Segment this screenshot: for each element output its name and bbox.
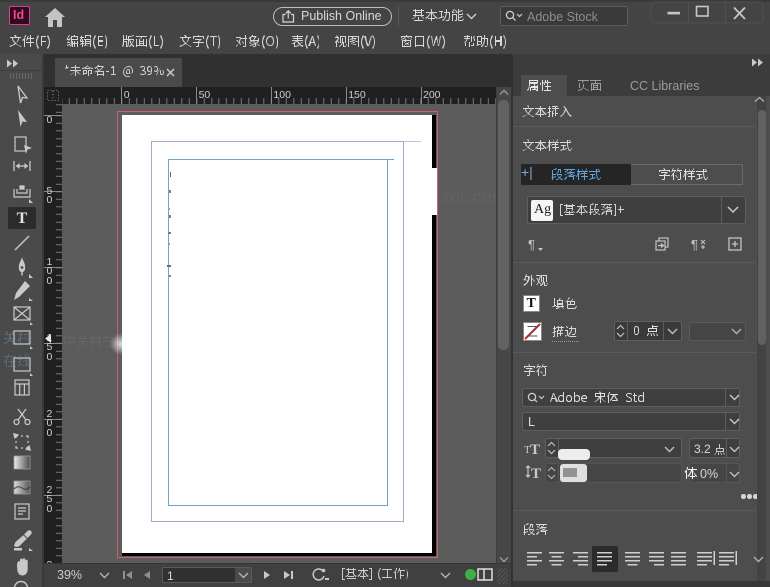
svg-text:T: T: [17, 210, 28, 227]
svg-text:T: T: [530, 442, 540, 455]
svg-text:¶: ¶: [528, 237, 535, 252]
svg-text:T: T: [531, 466, 541, 480]
svg-text:¶: ¶: [691, 237, 698, 251]
